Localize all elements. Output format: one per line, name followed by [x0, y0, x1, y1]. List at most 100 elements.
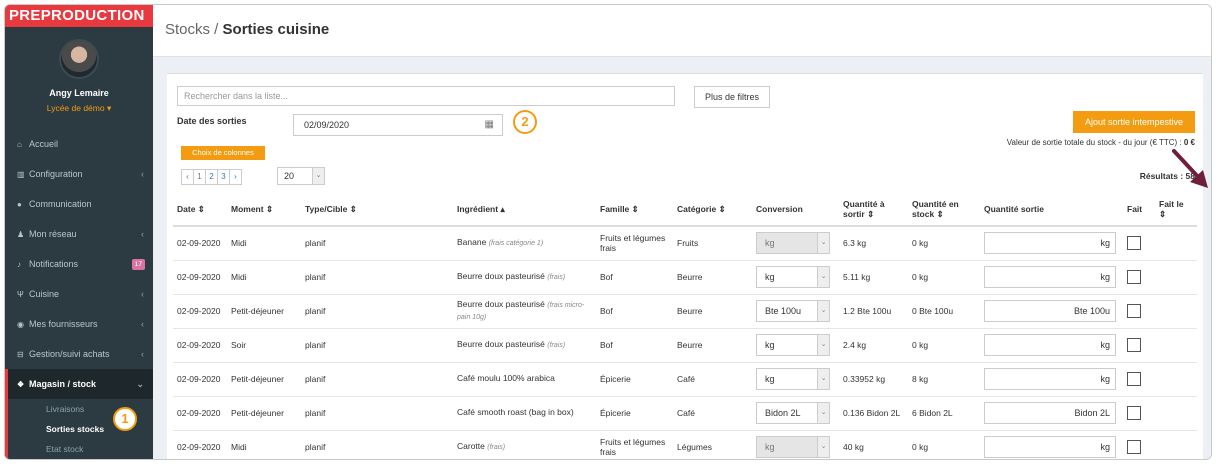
add-unplanned-exit-button[interactable]: Ajout sortie intempestive	[1073, 111, 1195, 133]
content-box: Rechercher dans la liste... Plus de filt…	[167, 73, 1208, 459]
sidebar-item-6[interactable]: ◉ Mes fournisseurs ‹	[5, 309, 153, 339]
main-content: Stocks / Sorties cuisine Rechercher dans…	[153, 5, 1211, 459]
cell-to-exit: 6.3 kg	[839, 226, 908, 261]
cell-conversion: kg ⌄	[752, 226, 839, 261]
search-input[interactable]: Rechercher dans la liste...	[177, 86, 675, 106]
table-header-row: Date ⇕ Moment ⇕ Type/Cible ⇕ Ingrédient ▴ Fa…	[173, 192, 1197, 227]
date-value: 02/09/2020	[304, 120, 350, 130]
column-header[interactable]: Conversion	[752, 192, 839, 227]
page-size-select[interactable]: 20 ⌄	[277, 167, 325, 185]
column-header[interactable]: Famille ⇕	[596, 192, 673, 227]
done-checkbox[interactable]	[1127, 236, 1141, 251]
cell-in-stock: 8 kg	[908, 362, 980, 397]
chevron-icon: ‹	[141, 229, 144, 239]
done-checkbox[interactable]	[1127, 372, 1141, 386]
conversion-select[interactable]: kg ⌄	[756, 266, 830, 288]
cell-moment: Petit-déjeuner	[227, 362, 301, 397]
column-header[interactable]: Quantité sortie	[980, 192, 1123, 227]
cell-date: 02-09-2020	[173, 328, 227, 363]
done-checkbox[interactable]	[1127, 338, 1141, 352]
avatar[interactable]	[59, 39, 99, 79]
column-header[interactable]: Moment ⇕	[227, 192, 301, 227]
column-header[interactable]: Fait	[1123, 192, 1155, 227]
sidebar-item-label: Magasin / stock	[29, 379, 97, 389]
column-header[interactable]: Ingrédient ▴	[453, 192, 596, 227]
ingredient-name: Café moulu 100% arabica	[457, 373, 555, 383]
sidebar-item-5[interactable]: Ψ Cuisine ‹	[5, 279, 153, 309]
column-header[interactable]: Quantité en stock ⇕	[908, 192, 980, 227]
conversion-select[interactable]: kg ⌄	[756, 368, 830, 390]
sidebar-item-7[interactable]: ⊟ Gestion/suivi achats ‹	[5, 339, 153, 369]
more-filters-button[interactable]: Plus de filtres	[694, 86, 770, 108]
sidebar-item-1[interactable]: ▥ Configuration ‹	[5, 159, 153, 189]
quantity-unit: kg	[1100, 340, 1110, 350]
cell-in-stock: 0 kg	[908, 430, 980, 459]
sidebar-item-2[interactable]: ● Communication	[5, 189, 153, 219]
cell-done	[1123, 362, 1155, 397]
cell-done-on	[1155, 396, 1197, 431]
quantity-out-input[interactable]: kg	[984, 334, 1116, 356]
sidebar-item-label: Cuisine	[29, 289, 60, 299]
done-checkbox[interactable]	[1127, 304, 1141, 318]
conversion-select[interactable]: Bte 100u ⌄	[756, 300, 830, 322]
breadcrumb-parent[interactable]: Stocks /	[165, 21, 223, 38]
conversion-select[interactable]: kg ⌄	[756, 334, 830, 356]
user-name: Angy Lemaire	[49, 88, 109, 98]
cart-icon: ⊟	[17, 350, 24, 359]
cell-to-exit: 0.33952 kg	[839, 362, 908, 397]
cell-qty-out: Bidon 2L	[980, 396, 1123, 431]
cell-ingredient: Banane (frais catégorie 1)	[453, 226, 596, 261]
cell-conversion: kg ⌄	[752, 328, 839, 363]
cell-done	[1123, 430, 1155, 459]
column-header[interactable]: Type/Cible ⇕	[301, 192, 453, 227]
quantity-out-input[interactable]: kg	[984, 232, 1116, 255]
sidebar-item-label: Notifications	[29, 259, 79, 269]
cell-done	[1123, 328, 1155, 363]
quantity-out-input[interactable]: kg	[984, 436, 1116, 458]
quantity-out-input[interactable]: kg	[984, 368, 1116, 390]
column-header[interactable]: Date ⇕	[173, 192, 227, 227]
table-row: 02-09-2020 Petit-déjeuner planif Café smoot…	[173, 396, 1197, 431]
cell-date: 02-09-2020	[173, 396, 227, 431]
table-body: 02-09-2020 Midi planif Banane (frais catégo…	[173, 226, 1197, 459]
chevron-down-icon: ⌄	[817, 233, 829, 254]
conversion-value: Bidon 2L	[765, 408, 801, 418]
ingredient-name: Café smooth roast (bag in box)	[457, 407, 574, 417]
ingredient-name: Beurre doux pasteurisé	[457, 299, 545, 309]
conversion-select[interactable]: Bidon 2L ⌄	[756, 402, 830, 424]
sidebar-item-4[interactable]: ♪ Notifications 17	[5, 249, 153, 279]
cell-famille: Fruits et légumes frais	[596, 226, 673, 261]
cell-type: planif	[301, 396, 453, 431]
submenu-item-2[interactable]: Etat stock	[5, 439, 153, 459]
step-marker-1: 1	[113, 407, 137, 431]
calendar-icon[interactable]: ▦	[485, 115, 494, 135]
column-header[interactable]: Quantité à sortir ⇕	[839, 192, 908, 227]
cell-done	[1123, 226, 1155, 261]
sidebar-item-3[interactable]: ♟ Mon réseau ‹	[5, 219, 153, 249]
sidebar-item-8[interactable]: ❖ Magasin / stock ⌄	[5, 369, 153, 399]
school-selector[interactable]: Lycée de démo ▾	[5, 103, 153, 114]
quantity-out-input[interactable]: Bte 100u	[984, 300, 1116, 322]
chevron-icon: ‹	[141, 319, 144, 329]
cell-qty-out: kg	[980, 430, 1123, 459]
table-row: 02-09-2020 Petit-déjeuner planif Beurre dou…	[173, 294, 1197, 329]
choose-columns-button[interactable]: Choix de colonnes	[181, 146, 265, 160]
cell-ingredient: Café moulu 100% arabica	[453, 362, 596, 397]
done-checkbox[interactable]	[1127, 406, 1141, 420]
date-field[interactable]: 02/09/2020 ▦	[293, 114, 503, 136]
page-link-4[interactable]: ›	[229, 169, 242, 185]
sidebar-item-label: Mes fournisseurs	[29, 319, 98, 329]
sidebar-item-0[interactable]: ⌂ Accueil	[5, 129, 153, 159]
column-header[interactable]: Catégorie ⇕	[673, 192, 752, 227]
cell-categorie: Légumes	[673, 430, 752, 459]
cell-type: planif	[301, 294, 453, 329]
conversion-value: kg	[765, 374, 775, 384]
done-checkbox[interactable]	[1127, 270, 1141, 284]
sidebar: PREPRODUCTION Angy Lemaire Lycée de démo…	[5, 5, 153, 459]
conversion-value: kg	[765, 272, 775, 282]
done-checkbox[interactable]	[1127, 440, 1141, 454]
quantity-out-input[interactable]: kg	[984, 266, 1116, 288]
quantity-out-input[interactable]: Bidon 2L	[984, 402, 1116, 424]
column-header[interactable]: Fait le ⇕	[1155, 192, 1197, 227]
cell-categorie: Beurre	[673, 328, 752, 363]
